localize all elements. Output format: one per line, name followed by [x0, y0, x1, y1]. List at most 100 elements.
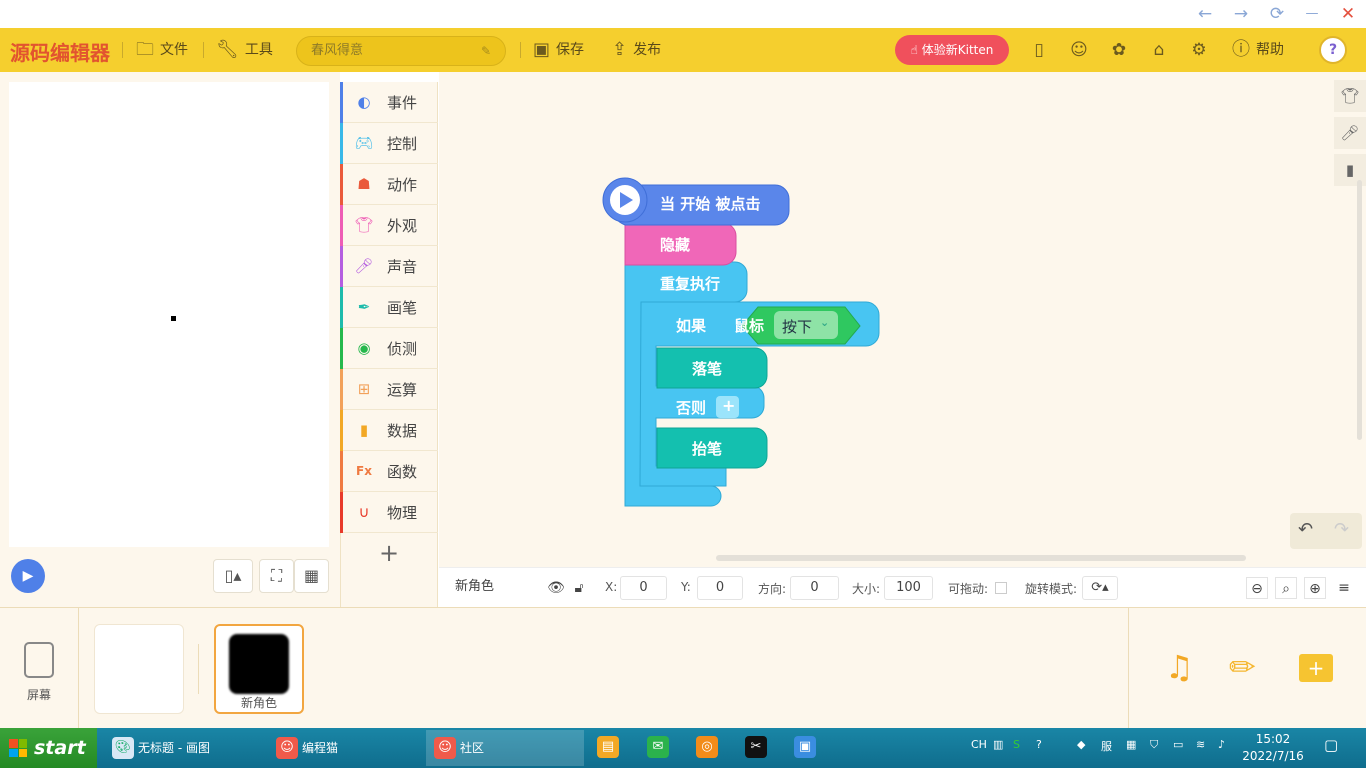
photo-icon[interactable]: ▣: [794, 736, 816, 758]
eye-icon[interactable]: 👁︎: [545, 577, 567, 599]
app-icon[interactable]: ◎: [696, 736, 718, 758]
taskbar-item-community[interactable]: ☺ 社区: [426, 730, 584, 766]
security-icon[interactable]: S: [1013, 738, 1020, 751]
folder-add-icon[interactable]: +: [1299, 654, 1333, 682]
tray-app-icon[interactable]: ▦: [1126, 738, 1136, 751]
taskbar-item-paint[interactable]: 🎨︎ 无标题 - 画图: [104, 730, 254, 766]
help-icon[interactable]: ?: [1036, 738, 1042, 751]
codemao-icon: ☺: [276, 737, 298, 759]
pen-down-label: 落笔: [692, 360, 723, 378]
shapes-icon[interactable]: ✿: [1108, 39, 1130, 61]
category-control[interactable]: 🎮︎ 控制: [340, 123, 438, 164]
task-label: 社区: [460, 741, 485, 755]
shield-icon[interactable]: ⛉: [1150, 738, 1158, 752]
stage-canvas[interactable]: [9, 82, 329, 547]
category-sound[interactable]: 🎤︎ 声音: [340, 246, 438, 287]
x-input[interactable]: 0: [620, 576, 667, 600]
direction-input[interactable]: 0: [790, 576, 839, 600]
help-button[interactable]: ⓘ 帮助: [1232, 28, 1284, 72]
project-name-input[interactable]: 春风得意 ✎: [296, 36, 506, 66]
phone-icon[interactable]: ▯: [1028, 39, 1050, 61]
undo-icon[interactable]: ↶: [1298, 519, 1313, 540]
size-input[interactable]: 100: [884, 576, 933, 600]
vertical-scrollbar[interactable]: [1357, 180, 1362, 440]
add-category-button[interactable]: +: [379, 539, 399, 567]
taskbar-item-codemao[interactable]: ☺ 编程猫: [268, 730, 418, 766]
sound-tab[interactable]: 🎤︎: [1334, 117, 1366, 149]
os-taskbar: start 🎨︎ 无标题 - 画图 ☺ 编程猫 ☺ 社区 ▤ ✉ ◎ ✂ ▣ C…: [0, 728, 1366, 768]
clock[interactable]: 15:02 2022/7/16: [1238, 731, 1308, 765]
try-kitten-button[interactable]: ☝ 体验新Kitten: [895, 35, 1009, 65]
date: 2022/7/16: [1242, 749, 1304, 763]
save-button[interactable]: ▣ 保存: [533, 28, 584, 72]
category-events[interactable]: ◐ 事件: [340, 82, 438, 123]
category-functions[interactable]: Fx 函数: [340, 451, 438, 492]
robot-icon[interactable]: ☺: [1068, 39, 1090, 61]
notification-icon[interactable]: ▢: [1324, 736, 1338, 754]
unlock-icon[interactable]: 🔓︎: [568, 577, 590, 599]
settings-icon[interactable]: ⚙: [1188, 39, 1210, 61]
code-workspace[interactable]: [439, 72, 1366, 567]
sprite-card-name: 新角色: [240, 696, 277, 710]
forward-button[interactable]: →: [1229, 2, 1253, 26]
redo-icon[interactable]: ↷: [1334, 519, 1349, 540]
run-button[interactable]: ▶: [11, 559, 45, 593]
shirt-icon: 👕︎: [354, 216, 374, 234]
empty-sprite-slot[interactable]: [94, 624, 184, 714]
category-label: 侦测: [387, 339, 418, 358]
avatar[interactable]: ?: [1319, 36, 1347, 64]
volume-icon[interactable]: ♪: [1218, 738, 1225, 751]
menu-icon[interactable]: ≡: [1333, 577, 1355, 599]
draggable-checkbox[interactable]: [995, 582, 1007, 594]
zoom-out-icon[interactable]: ⊖: [1246, 577, 1268, 599]
bluetooth-icon[interactable]: ◆: [1077, 738, 1085, 751]
screen-selector[interactable]: 屏幕: [0, 608, 79, 729]
device-select-button[interactable]: ▯▴: [213, 559, 253, 593]
sprite-card[interactable]: 新角色: [214, 624, 304, 714]
costume-tab[interactable]: 👕︎: [1334, 80, 1366, 112]
function-icon: Fx: [356, 464, 372, 478]
sprite-name-field[interactable]: 新角色: [449, 576, 549, 600]
microphone-icon: 🎤︎: [354, 257, 374, 275]
category-data[interactable]: ▮ 数据: [340, 410, 438, 451]
close-button[interactable]: ✕: [1336, 2, 1360, 26]
zoom-reset-icon[interactable]: ⌕: [1275, 577, 1297, 599]
sprite-on-stage[interactable]: [171, 316, 176, 321]
category-motion[interactable]: ☗ 动作: [340, 164, 438, 205]
category-physics[interactable]: ∪ 物理: [340, 492, 438, 533]
zoom-in-icon[interactable]: ⊕: [1304, 577, 1326, 599]
start-button[interactable]: start: [0, 728, 97, 768]
save-icon: ▣: [533, 39, 551, 60]
capcut-icon[interactable]: ✂: [745, 736, 767, 758]
horizontal-scrollbar[interactable]: [716, 555, 1246, 561]
refresh-button[interactable]: ⟳: [1265, 2, 1289, 26]
minimize-button[interactable]: —: [1300, 2, 1324, 26]
ime-indicator[interactable]: CH: [971, 738, 987, 751]
start-label: start: [34, 737, 86, 759]
y-input[interactable]: 0: [697, 576, 743, 600]
pdf-icon[interactable]: ▥: [993, 738, 1003, 751]
tools-menu-button[interactable]: 🔧︎ 工具: [216, 28, 273, 72]
category-pen[interactable]: ✒ 画笔: [340, 287, 438, 328]
rotation-mode-select[interactable]: ⟳▴: [1082, 576, 1118, 600]
category-label: 动作: [387, 175, 418, 194]
grid-toggle-button[interactable]: ▦: [294, 559, 329, 593]
notes-icon[interactable]: ▤: [597, 736, 619, 758]
wechat-icon[interactable]: ✉: [647, 736, 669, 758]
back-button[interactable]: ←: [1193, 2, 1217, 26]
file-menu-button[interactable]: 🗀 文件: [136, 28, 188, 72]
music-icon[interactable]: ♫: [1165, 648, 1194, 686]
wifi-icon[interactable]: ≋: [1196, 738, 1205, 751]
plus-icon: +: [722, 396, 736, 415]
category-operators[interactable]: ⊞ 运算: [340, 369, 438, 410]
fullscreen-button[interactable]: ⛶: [259, 559, 294, 593]
category-looks[interactable]: 👕︎ 外观: [340, 205, 438, 246]
ghost-icon: ☗: [357, 175, 371, 193]
backpack-icon[interactable]: ⌂: [1148, 39, 1170, 61]
pencil-icon[interactable]: ✏: [1229, 648, 1256, 686]
service-icon[interactable]: 服: [1101, 738, 1112, 754]
battery-icon[interactable]: ▭: [1173, 738, 1183, 751]
category-sensing[interactable]: ◉ 侦测: [340, 328, 438, 369]
hat-label: 当 开始 被点击: [660, 195, 761, 213]
publish-button[interactable]: ⇪ 发布: [612, 28, 661, 72]
